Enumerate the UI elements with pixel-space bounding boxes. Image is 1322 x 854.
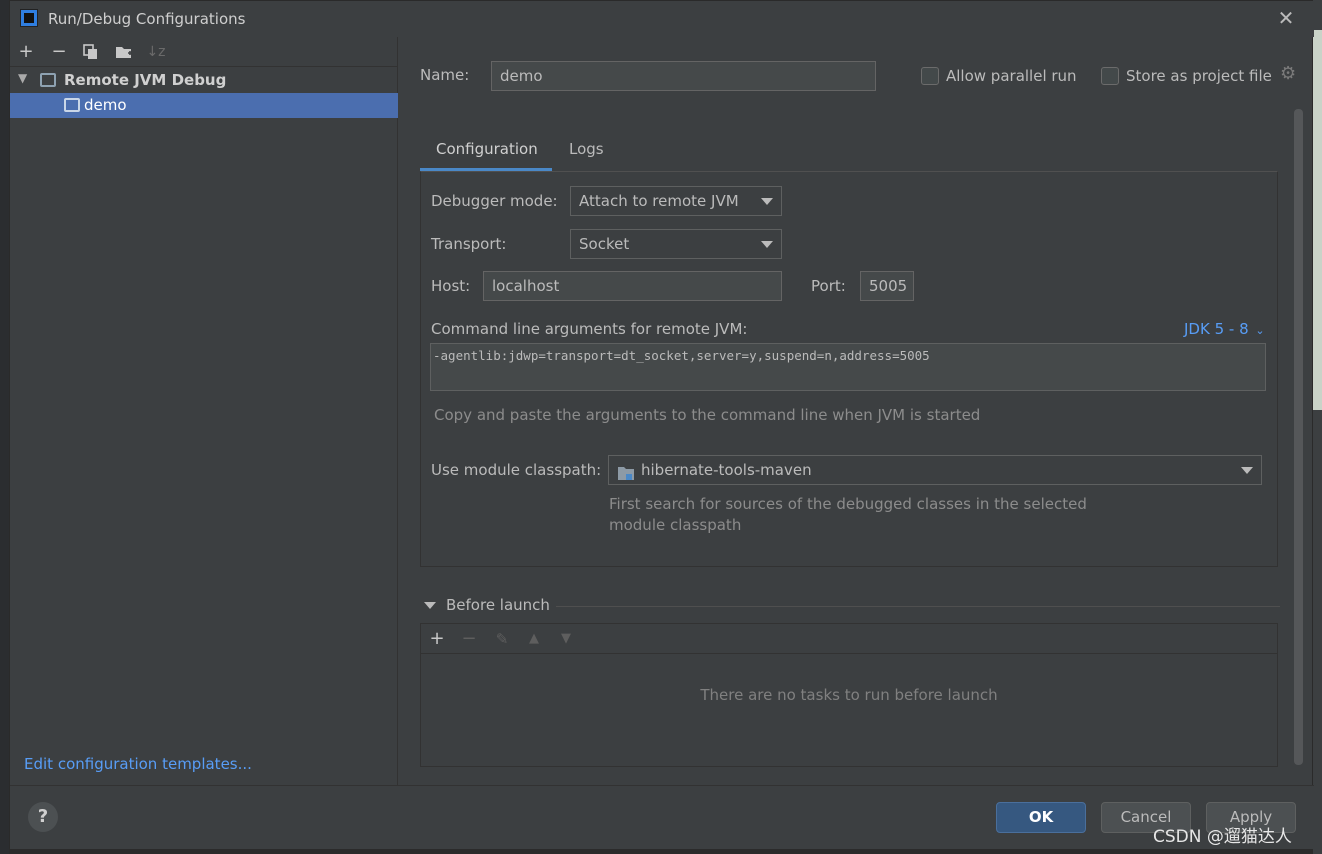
remote-debug-icon bbox=[64, 98, 80, 112]
cmd-args-label: Command line arguments for remote JVM: bbox=[431, 320, 748, 338]
tab-logs[interactable]: Logs bbox=[569, 137, 604, 171]
module-classpath-select[interactable]: hibernate-tools-maven bbox=[608, 455, 1262, 485]
before-launch-toolbar: + − ✎ ▲ ▼ bbox=[421, 624, 1277, 654]
dialog-button-bar: ? OK Cancel Apply bbox=[10, 785, 1314, 849]
folder-add-icon[interactable] bbox=[112, 40, 136, 64]
module-hint-line-1: First search for sources of the debugged… bbox=[609, 495, 1087, 513]
dropdown-arrow-icon bbox=[761, 198, 773, 205]
intellij-app-icon bbox=[20, 9, 38, 27]
configurations-panel: + − ↓z ▼ Remote JVM Debug demo Edit conf… bbox=[10, 37, 398, 785]
chevron-down-icon[interactable]: ▼ bbox=[18, 71, 27, 85]
add-icon[interactable]: + bbox=[14, 40, 38, 64]
dropdown-arrow-icon bbox=[1241, 467, 1253, 474]
collapse-triangle-icon[interactable] bbox=[424, 602, 436, 609]
cmd-args-hint: Copy and paste the arguments to the comm… bbox=[434, 406, 981, 424]
port-field[interactable]: 5005 bbox=[860, 271, 914, 301]
run-debug-dialog: Run/Debug Configurations ✕ + − ↓z ▼ Remo… bbox=[9, 0, 1314, 849]
configurations-toolbar: + − ↓z bbox=[10, 37, 398, 67]
host-field[interactable]: localhost bbox=[483, 271, 782, 301]
before-launch-empty-message: There are no tasks to run before launch bbox=[700, 686, 998, 704]
transport-select[interactable]: Socket bbox=[570, 229, 782, 259]
add-task-icon[interactable]: + bbox=[425, 627, 449, 651]
background-left-strip bbox=[0, 0, 9, 854]
tab-configuration[interactable]: Configuration bbox=[420, 137, 552, 171]
name-label: Name: bbox=[420, 66, 470, 84]
module-classpath-value: hibernate-tools-maven bbox=[641, 461, 812, 479]
module-folder-icon bbox=[617, 462, 635, 490]
debugger-mode-label: Debugger mode: bbox=[431, 192, 558, 210]
name-field[interactable]: demo bbox=[491, 61, 876, 91]
dropdown-arrow-icon bbox=[761, 241, 773, 248]
transport-value: Socket bbox=[579, 235, 630, 253]
before-launch-panel: + − ✎ ▲ ▼ There are no tasks to run befo… bbox=[420, 623, 1278, 767]
csdn-watermark: CSDN @遛猫达人 bbox=[1153, 827, 1292, 847]
edit-task-icon[interactable]: ✎ bbox=[490, 627, 514, 651]
background-right-image bbox=[1313, 30, 1322, 410]
debugger-mode-value: Attach to remote JVM bbox=[579, 192, 739, 210]
tree-group-label: Remote JVM Debug bbox=[64, 71, 227, 89]
help-button[interactable]: ? bbox=[28, 802, 58, 832]
configuration-editor: Name: demo Allow parallel run Store as p… bbox=[398, 37, 1314, 827]
vertical-scrollbar[interactable] bbox=[1294, 109, 1303, 765]
move-down-icon[interactable]: ▼ bbox=[554, 627, 578, 651]
tree-group-remote-jvm-debug[interactable]: ▼ Remote JVM Debug bbox=[10, 69, 398, 93]
ok-button[interactable]: OK bbox=[996, 802, 1086, 833]
store-project-label: Store as project file bbox=[1126, 67, 1272, 85]
tree-item-demo[interactable]: demo bbox=[10, 93, 398, 118]
remove-task-icon[interactable]: − bbox=[457, 627, 481, 651]
remove-icon[interactable]: − bbox=[47, 40, 71, 64]
module-classpath-label: Use module classpath: bbox=[431, 461, 602, 479]
store-project-checkbox[interactable] bbox=[1101, 67, 1119, 85]
close-icon[interactable]: ✕ bbox=[1275, 7, 1297, 29]
dialog-title: Run/Debug Configurations bbox=[48, 10, 246, 28]
jdk-version-value: JDK 5 - 8 bbox=[1184, 320, 1249, 338]
title-bar: Run/Debug Configurations ✕ bbox=[10, 1, 1314, 37]
sort-icon[interactable]: ↓z bbox=[144, 40, 168, 64]
debugger-mode-select[interactable]: Attach to remote JVM bbox=[570, 186, 782, 216]
jdk-version-selector[interactable]: JDK 5 - 8 ⌄ bbox=[1184, 320, 1265, 338]
gear-icon[interactable]: ⚙ bbox=[1280, 65, 1298, 83]
cmd-args-field[interactable]: -agentlib:jdwp=transport=dt_socket,serve… bbox=[430, 343, 1266, 391]
module-hint-line-2: module classpath bbox=[609, 516, 742, 534]
chevron-down-icon: ⌄ bbox=[1255, 324, 1265, 337]
transport-label: Transport: bbox=[431, 235, 507, 253]
tree-item-label: demo bbox=[84, 96, 127, 114]
remote-debug-icon bbox=[40, 73, 56, 87]
port-label: Port: bbox=[811, 277, 846, 295]
copy-icon[interactable] bbox=[79, 40, 103, 64]
edit-templates-link[interactable]: Edit configuration templates... bbox=[24, 755, 252, 773]
before-launch-title[interactable]: Before launch bbox=[446, 596, 550, 614]
allow-parallel-label: Allow parallel run bbox=[946, 67, 1077, 85]
move-up-icon[interactable]: ▲ bbox=[522, 627, 546, 651]
allow-parallel-checkbox[interactable] bbox=[921, 67, 939, 85]
host-label: Host: bbox=[431, 277, 471, 295]
section-divider bbox=[556, 606, 1280, 607]
